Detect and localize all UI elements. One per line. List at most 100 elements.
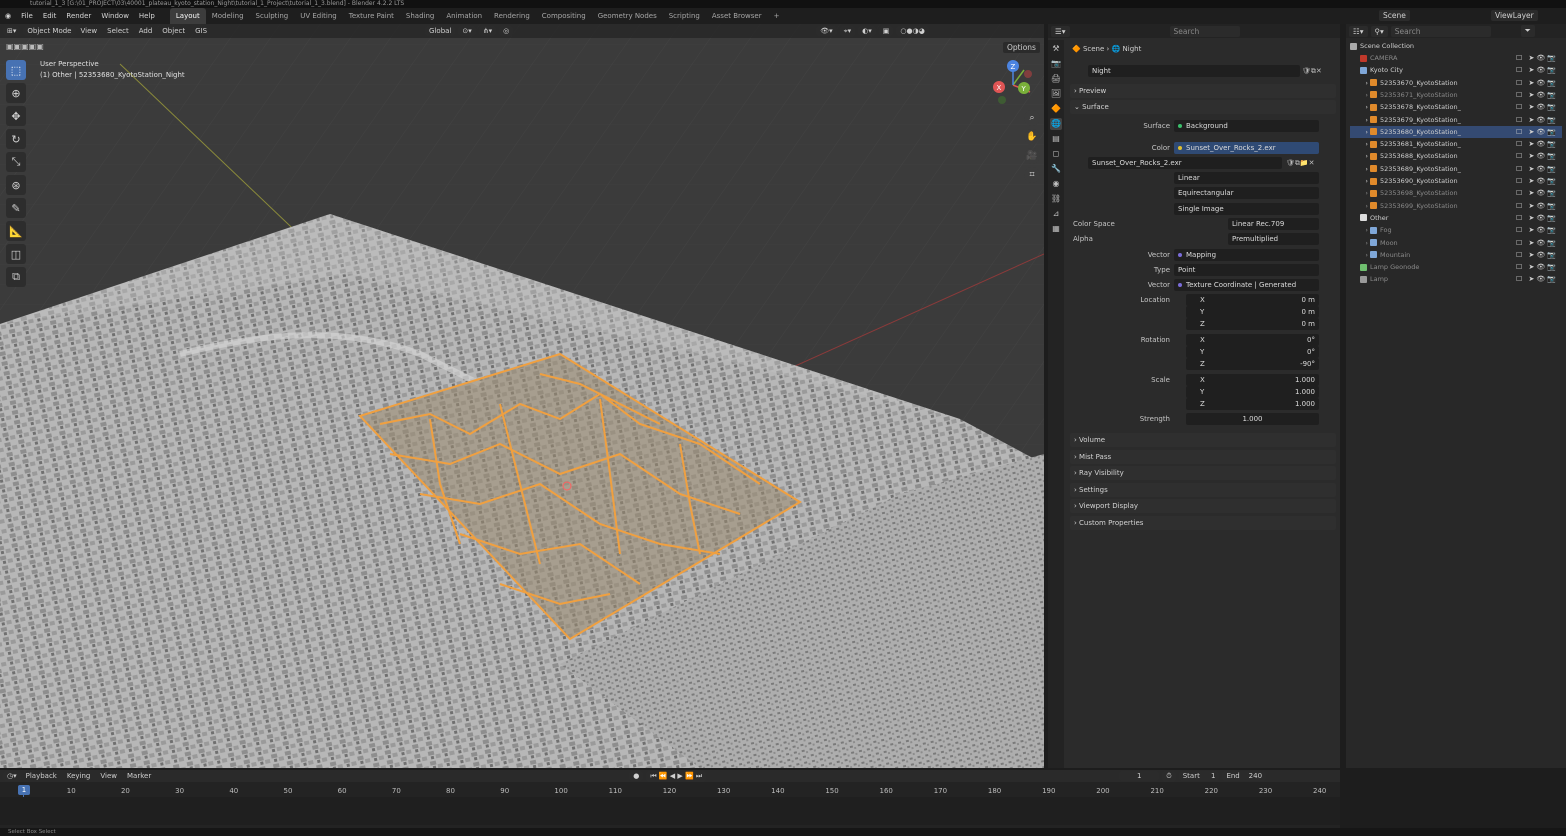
navigation-gizmo[interactable]: X Y Z (988, 60, 1038, 110)
texture-tab-icon[interactable]: ▦ (1050, 223, 1062, 235)
outliner-item[interactable]: CAMERA ☐ ➤👁📷 (1350, 52, 1562, 64)
tab-rendering[interactable]: Rendering (488, 8, 536, 24)
source-dropdown[interactable]: Single Image (1174, 203, 1319, 215)
panel-volume[interactable]: › Volume (1070, 433, 1336, 447)
image-name-field[interactable]: Sunset_Over_Rocks_2.exr (1088, 157, 1282, 169)
outliner-item[interactable]: › 52353679_KyotoStation_ ☐ ➤👁📷 (1350, 114, 1562, 126)
pan-hand-icon[interactable]: ✋ (1024, 129, 1040, 145)
visibility-toggles-icon[interactable]: ☐ ➤👁📷 (1516, 200, 1558, 212)
rotate-tool-icon[interactable]: ↻ (6, 129, 26, 149)
pivot-icon[interactable]: ⊙▾ (458, 26, 476, 36)
outliner-item[interactable]: › 52353681_KyotoStation_ ☐ ➤👁📷 (1350, 138, 1562, 150)
perspective-toggle-icon[interactable]: ⌗ (1024, 167, 1040, 183)
world-tab-icon[interactable]: 🌐 (1050, 118, 1062, 130)
panel-mist-pass[interactable]: › Mist Pass (1070, 449, 1336, 464)
menu-timeline-view[interactable]: View (95, 772, 122, 780)
timeline-editor-icon[interactable]: ◷▾ (3, 771, 21, 781)
tab-geometry-nodes[interactable]: Geometry Nodes (592, 8, 663, 24)
collection-tab-icon[interactable]: ▤ (1050, 133, 1062, 145)
panel-ray-visibility[interactable]: › Ray Visibility (1070, 466, 1336, 480)
outliner-item[interactable]: › 52353678_KyotoStation_ ☐ ➤👁📷 (1350, 101, 1562, 113)
interpolation-dropdown[interactable]: Linear (1174, 172, 1319, 184)
expand-chevron-icon[interactable]: › (1350, 101, 1370, 113)
outliner-item[interactable]: › 52353689_KyotoStation_ ☐ ➤👁📷 (1350, 163, 1562, 175)
expand-chevron-icon[interactable]: › (1350, 138, 1370, 150)
visibility-toggles-icon[interactable]: ☐ ➤👁📷 (1516, 261, 1558, 273)
location-y-field[interactable]: Y 0 m (1186, 306, 1319, 318)
measure-tool-icon[interactable]: 📐 (6, 221, 26, 241)
timeline-track-area[interactable] (0, 797, 1340, 825)
visibility-toggles-icon[interactable]: ☐ ➤👁📷 (1516, 150, 1558, 162)
visibility-toggles-icon[interactable]: ☐ ➤👁📷 (1516, 77, 1558, 89)
outliner-item[interactable]: › 52353699_KyotoStation ☐ ➤👁📷 (1350, 200, 1562, 212)
tab-uv-editing[interactable]: UV Editing (294, 8, 343, 24)
expand-chevron-icon[interactable]: › (1350, 224, 1370, 236)
shading-modes-icon[interactable]: ○●◑◕ (896, 26, 929, 36)
modifier-tab-icon[interactable]: 🔧 (1050, 163, 1062, 175)
outliner-item[interactable]: › 52353690_KyotoStation ☐ ➤👁📷 (1350, 175, 1562, 187)
expand-chevron-icon[interactable]: › (1350, 187, 1370, 199)
add-object-tool-icon[interactable]: ⧉ (6, 267, 26, 287)
strength-field[interactable]: 1.000 (1186, 413, 1319, 425)
menu-select[interactable]: Select (102, 27, 134, 35)
clock-icon[interactable]: ⏱ (1162, 770, 1176, 782)
add-cube-tool-icon[interactable]: ◫ (6, 244, 26, 264)
playhead[interactable]: 1 (18, 785, 30, 795)
properties-search[interactable]: Search (1169, 25, 1240, 37)
tab-shading[interactable]: Shading (400, 8, 440, 24)
visibility-icon[interactable]: 👁▾ (816, 26, 837, 36)
expand-chevron-icon[interactable]: › (1350, 249, 1370, 261)
expand-chevron-icon[interactable]: › (1350, 150, 1370, 162)
properties-editor-type-icon[interactable]: ☰▾ (1051, 25, 1070, 37)
expand-chevron-icon[interactable]: › (1350, 237, 1370, 249)
snap-icon[interactable]: ⋔▾ (478, 26, 497, 36)
location-x-field[interactable]: X 0 m (1186, 294, 1319, 306)
tab-compositing[interactable]: Compositing (536, 8, 592, 24)
data-tab-icon[interactable]: ⊿ (1050, 208, 1062, 220)
rotation-y-field[interactable]: Y 0° (1186, 346, 1319, 358)
visibility-toggles-icon[interactable]: ☐ ➤👁📷 (1516, 52, 1558, 64)
tab-sculpting[interactable]: Sculpting (250, 8, 295, 24)
outliner-item[interactable]: › 52353671_KyotoStation ☐ ➤👁📷 (1350, 89, 1562, 101)
select-box-tool-icon[interactable]: ⬚ (6, 60, 26, 80)
visibility-toggles-icon[interactable]: ☐ ➤👁📷 (1516, 89, 1558, 101)
scale-x-field[interactable]: X 1.000 (1186, 374, 1319, 386)
editor-type-icon[interactable]: ⊞▾ (3, 26, 21, 36)
scale-z-field[interactable]: Z 1.000 (1186, 398, 1319, 410)
texture-coordinate-field[interactable]: Texture Coordinate | Generated (1174, 279, 1319, 291)
visibility-toggles-icon[interactable]: ☐ ➤👁📷 (1516, 126, 1558, 138)
panel-custom-properties[interactable]: › Custom Properties (1070, 515, 1336, 530)
overlay-icon[interactable]: ◐▾ (858, 26, 876, 36)
outliner-type-icon[interactable]: ☷▾ (1349, 25, 1368, 37)
expand-chevron-icon[interactable]: › (1350, 126, 1370, 138)
constraints-tab-icon[interactable]: ⛓ (1050, 193, 1062, 205)
visibility-toggles-icon[interactable]: ☐ ➤👁📷 (1516, 64, 1558, 76)
color-texture-field[interactable]: Sunset_Over_Rocks_2.exr (1174, 142, 1319, 154)
colorspace-dropdown[interactable]: Linear Rec.709 (1228, 218, 1319, 230)
outliner-item[interactable]: Lamp Geonode ☐ ➤👁📷 (1350, 261, 1562, 273)
visibility-toggles-icon[interactable]: ☐ ➤👁📷 (1516, 187, 1558, 199)
outliner-search[interactable]: Search (1390, 25, 1491, 37)
visibility-toggles-icon[interactable]: ☐ ➤👁📷 (1516, 101, 1558, 113)
view-layer-tab-icon[interactable]: 🖼 (1050, 88, 1062, 100)
outliner-item[interactable]: › 52353670_KyotoStation ☐ ➤👁📷 (1350, 77, 1562, 89)
zoom-icon[interactable]: ⌕ (1024, 110, 1040, 126)
physics-tab-icon[interactable]: ◉ (1050, 178, 1062, 190)
visibility-toggles-icon[interactable]: ☐ ➤👁📷 (1516, 175, 1558, 187)
scene-tab-icon[interactable]: 🔶 (1050, 103, 1062, 115)
menu-view[interactable]: View (76, 27, 103, 35)
menu-render[interactable]: Render (61, 8, 96, 24)
visibility-toggles-icon[interactable]: ☐ ➤👁📷 (1516, 114, 1558, 126)
object-mode-dropdown[interactable]: Object Mode (23, 26, 76, 36)
menu-object[interactable]: Object (157, 27, 190, 35)
visibility-toggles-icon[interactable]: ☐ ➤👁📷 (1516, 237, 1558, 249)
world-name-field[interactable]: Night (1088, 65, 1300, 77)
end-frame-field[interactable]: End 240 (1222, 771, 1267, 781)
xray-icon[interactable]: ▣ (878, 26, 894, 36)
menu-edit[interactable]: Edit (38, 8, 62, 24)
viewlayer-selector[interactable]: ViewLayer (1491, 10, 1538, 21)
tool-tab-icon[interactable]: ⚒ (1050, 43, 1062, 55)
tab-asset-browser[interactable]: Asset Browser (706, 8, 768, 24)
expand-chevron-icon[interactable]: › (1350, 200, 1370, 212)
visibility-toggles-icon[interactable]: ☐ ➤👁📷 (1516, 249, 1558, 261)
